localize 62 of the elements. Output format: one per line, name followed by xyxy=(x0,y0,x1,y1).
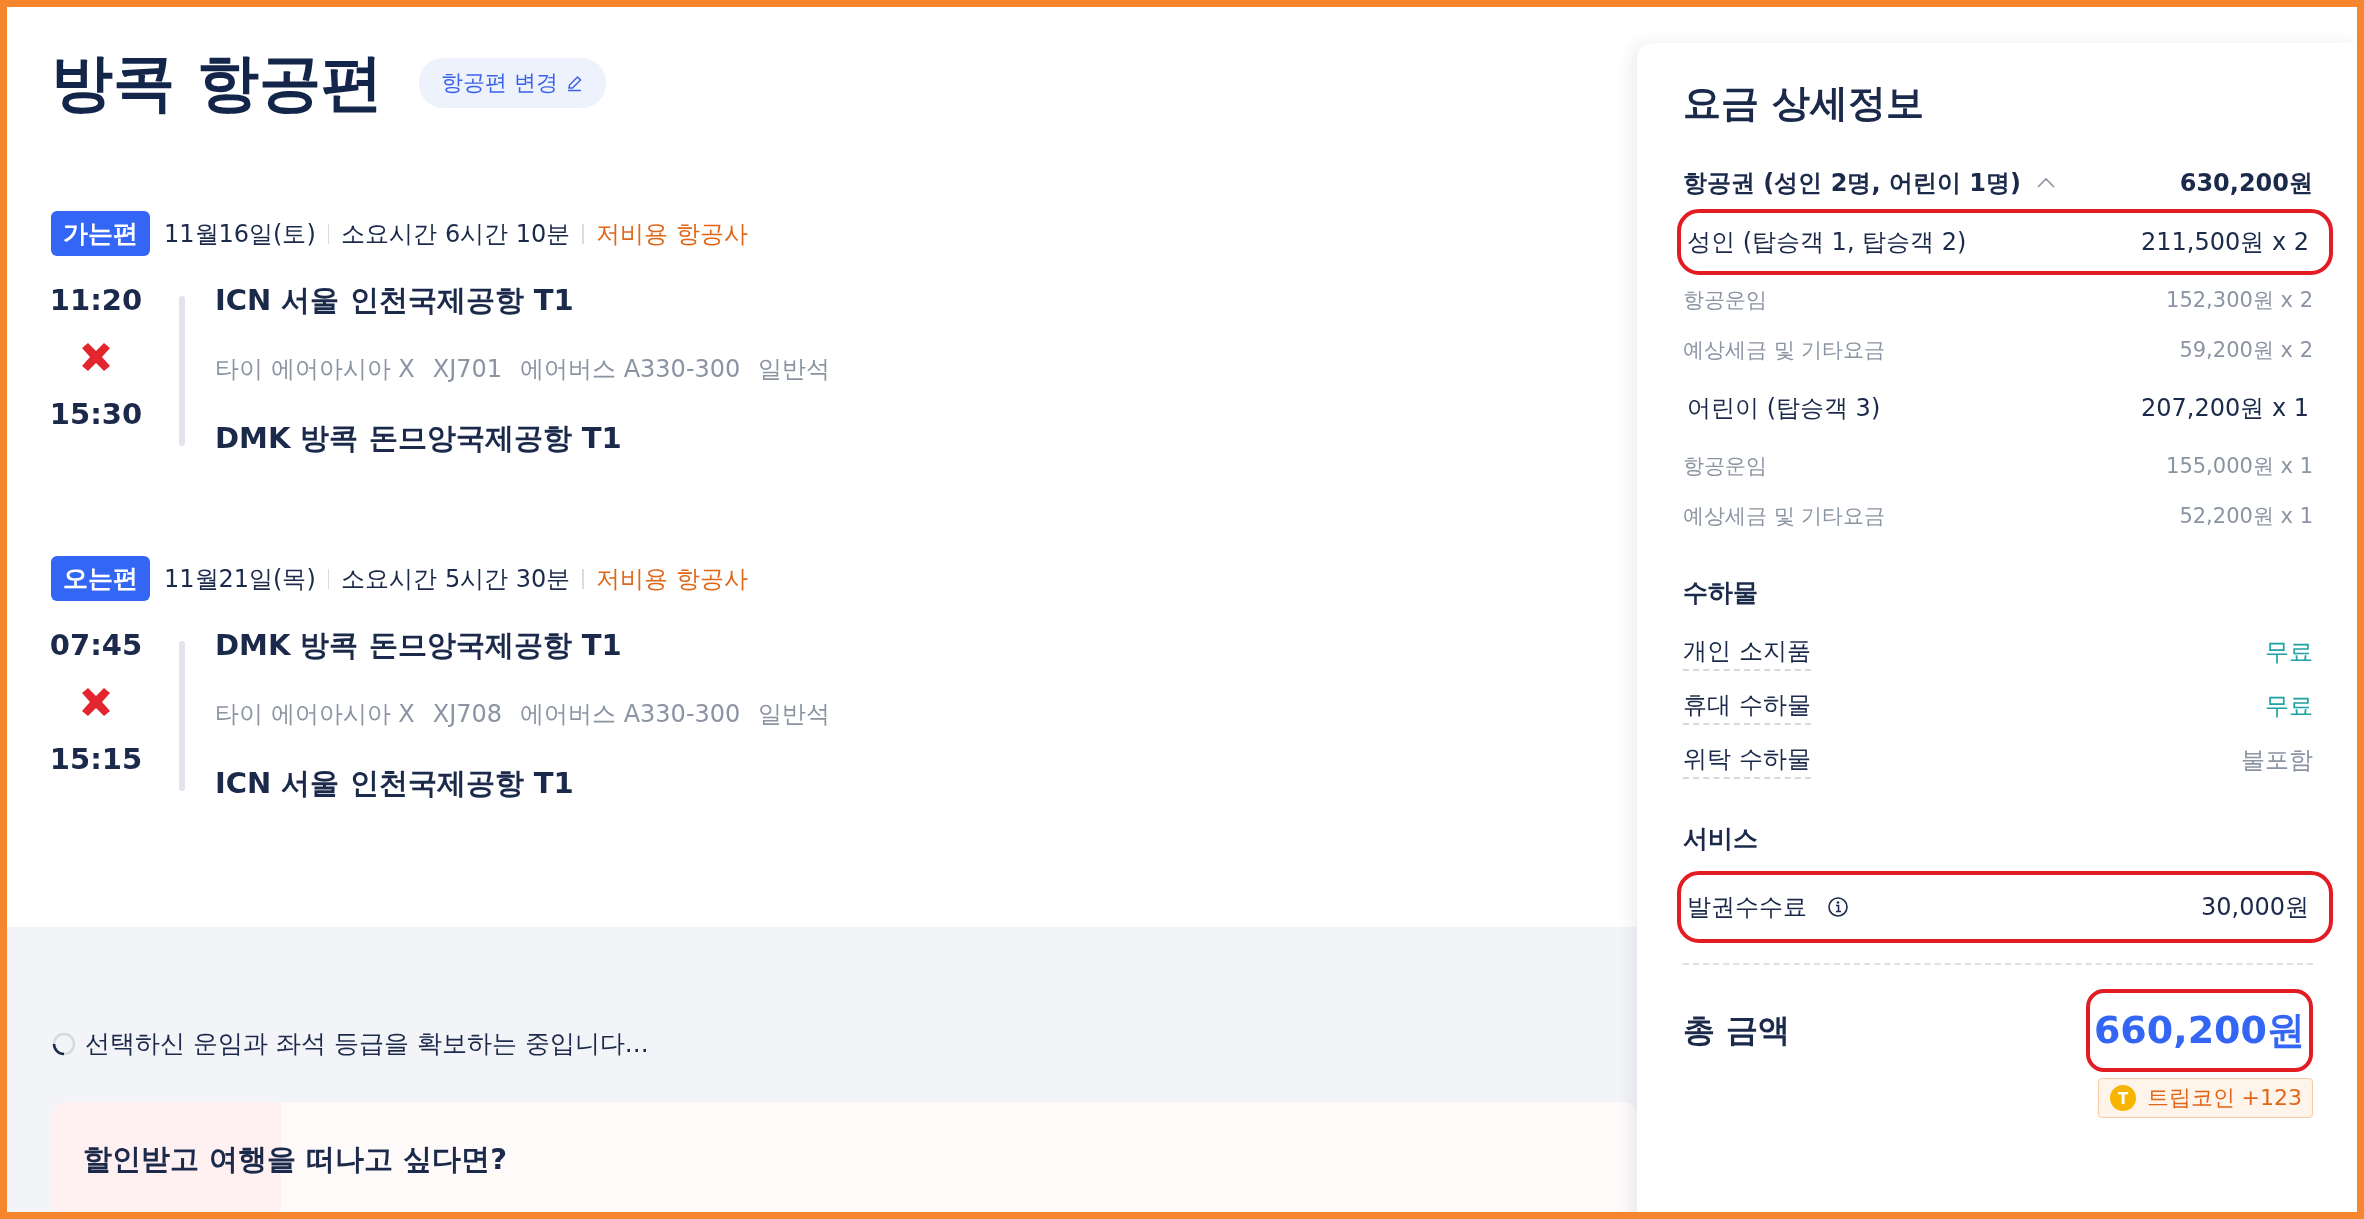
passenger-fare-label: 어린이 (탑승객 3) xyxy=(1687,393,1881,424)
aircraft-type: 에어버스 A330-300 xyxy=(520,699,741,730)
fare-item-amount: 152,300원 x 2 xyxy=(2166,287,2313,314)
trip-coin-label: 트립코인 +123 xyxy=(2146,1084,2302,1112)
carrier-type: 저비용 항공사 xyxy=(595,563,748,595)
loading-message: 선택하신 운임과 좌석 등급을 확보하는 중입니다... xyxy=(85,1028,649,1060)
services-title: 서비스 xyxy=(1683,823,1759,855)
carrier-type: 저비용 항공사 xyxy=(595,218,748,250)
baggage-label[interactable]: 위탁 수하물 xyxy=(1683,741,1811,779)
departure-airport: DMK 방콕 돈므앙국제공항 T1 xyxy=(215,627,623,664)
ticket-amount: 630,200원 xyxy=(2179,168,2313,199)
passenger-fare-amount: 207,200원 x 1 xyxy=(2141,393,2309,424)
pencil-icon xyxy=(565,74,584,92)
service-label: 발권수수료 xyxy=(1687,892,1807,923)
service-amount: 30,000원 xyxy=(2201,892,2309,923)
loading-spinner-icon xyxy=(51,1030,77,1057)
fare-item-amount: 155,000원 x 1 xyxy=(2166,453,2313,480)
promo-title: 할인받고 여행을 떠나고 싶다면? xyxy=(83,1142,508,1176)
baggage-status: 무료 xyxy=(2265,691,2313,722)
fare-item-label: 항공운임 xyxy=(1683,287,1767,314)
baggage-status: 무료 xyxy=(2265,637,2313,668)
arrival-airport: DMK 방콕 돈므앙국제공항 T1 xyxy=(215,420,623,457)
page-title: 방콕 항공편 xyxy=(51,45,383,121)
baggage-label[interactable]: 휴대 수하물 xyxy=(1683,687,1811,725)
flight-number: XJ701 xyxy=(432,355,503,383)
flight-date: 11월21일(목) xyxy=(164,563,316,595)
total-label: 총 금액 xyxy=(1683,1009,1791,1051)
fare-details-title: 요금 상세정보 xyxy=(1683,80,1926,127)
airline-logo-icon xyxy=(79,342,113,372)
passenger-fare-label: 성인 (탑승객 1, 탑승객 2) xyxy=(1687,227,1967,258)
departure-time: 07:45 xyxy=(49,627,143,664)
total-amount: 660,200원 xyxy=(2085,989,2313,1072)
flight-date: 11월16일(토) xyxy=(164,218,316,250)
arrival-time: 15:15 xyxy=(49,741,143,778)
coin-icon: T xyxy=(2108,1084,2137,1112)
flight-number: XJ708 xyxy=(432,700,503,728)
fare-item-label: 예상세금 및 기타요금 xyxy=(1683,503,1886,530)
fare-item-label: 항공운임 xyxy=(1683,453,1767,480)
baggage-status: 불포함 xyxy=(2241,745,2313,776)
info-icon[interactable] xyxy=(1827,896,1849,918)
airline-name: 타이 에어아시아 X xyxy=(215,699,415,730)
flight-duration: 소요시간 6시간 10분 xyxy=(341,218,571,250)
departure-time: 11:20 xyxy=(49,282,143,319)
fare-item-amount: 59,200원 x 2 xyxy=(2179,337,2313,364)
arrival-time: 15:30 xyxy=(49,396,143,433)
fare-item-label: 예상세금 및 기타요금 xyxy=(1683,337,1886,364)
flight-duration: 소요시간 5시간 30분 xyxy=(341,563,571,595)
airline-logo-icon xyxy=(79,687,113,717)
cabin-class: 일반석 xyxy=(758,699,831,730)
baggage-label[interactable]: 개인 소지품 xyxy=(1683,633,1811,671)
baggage-title: 수하물 xyxy=(1683,577,1759,609)
cabin-class: 일반석 xyxy=(758,354,831,385)
arrival-airport: ICN 서울 인천국제공항 T1 xyxy=(215,765,575,802)
departure-airport: ICN 서울 인천국제공항 T1 xyxy=(215,282,575,319)
airline-name: 타이 에어아시아 X xyxy=(215,354,415,385)
passenger-fare-amount: 211,500원 x 2 xyxy=(2141,227,2309,258)
aircraft-type: 에어버스 A330-300 xyxy=(520,354,741,385)
fare-item-amount: 52,200원 x 1 xyxy=(2179,503,2313,530)
ticket-toggle[interactable]: 항공권 (성인 2명, 어린이 1명) xyxy=(1683,167,2057,199)
flight-direction-badge: 오는편 xyxy=(51,556,150,601)
change-flight-button[interactable]: 항공편 변경 xyxy=(418,58,606,108)
flight-direction-badge: 가는편 xyxy=(51,211,150,256)
